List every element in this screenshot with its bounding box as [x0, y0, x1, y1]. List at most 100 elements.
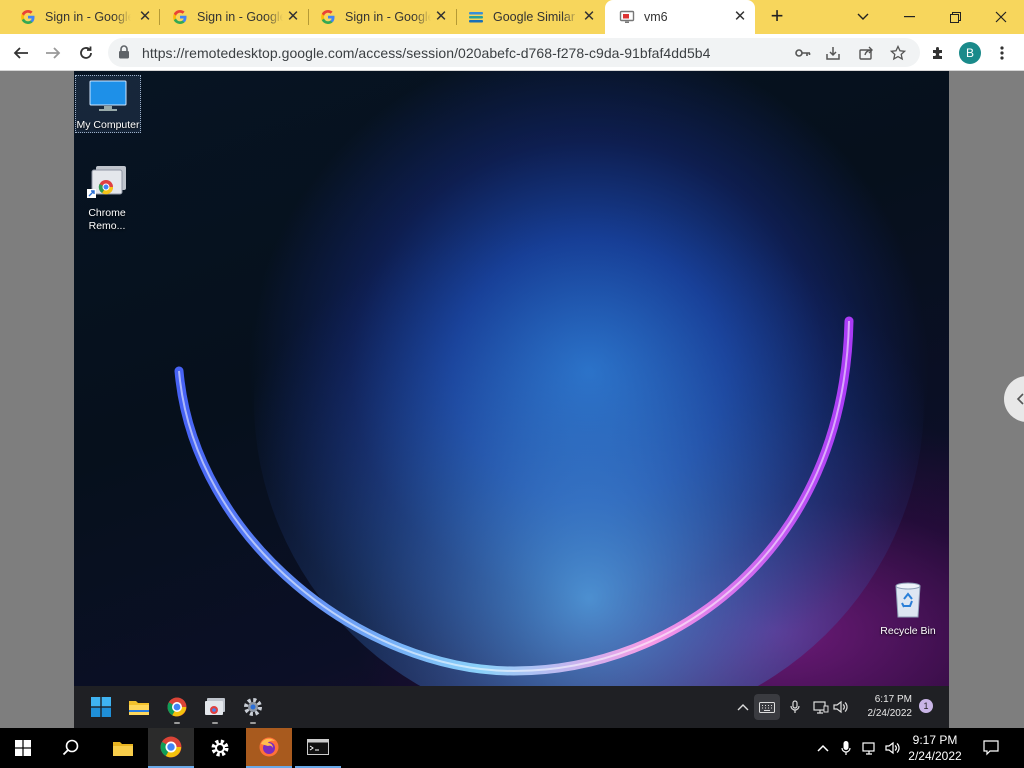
remote-clock-date: 2/24/2022 — [867, 708, 913, 719]
restore-icon — [949, 11, 961, 23]
microphone-icon[interactable] — [787, 699, 803, 715]
google-g-icon — [320, 9, 336, 25]
touch-keyboard-icon[interactable] — [754, 694, 780, 720]
host-hidden-icons-chevron-up-icon[interactable] — [815, 740, 831, 756]
host-clock-date: 2/24/2022 — [908, 749, 962, 763]
host-taskbar: 9:17 PM 2/24/2022 — [0, 728, 1024, 768]
close-tab-icon[interactable]: ✕ — [434, 9, 448, 24]
close-tab-icon[interactable]: ✕ — [733, 9, 747, 24]
file-explorer-icon[interactable] — [127, 695, 151, 719]
tab-sign-in-2[interactable]: Sign in - Google Accounts ✕ — [160, 0, 308, 34]
back-button[interactable] — [8, 40, 34, 66]
running-indicator — [174, 722, 180, 724]
chrome-icon[interactable] — [165, 695, 189, 719]
host-start-button[interactable] — [0, 728, 46, 768]
minimize-icon — [903, 16, 915, 18]
tab-title: Sign in - Google Accounts — [197, 10, 283, 24]
key-icon[interactable] — [794, 44, 812, 62]
desktop-icon-my-computer[interactable]: My Computer — [75, 75, 141, 133]
reload-button[interactable] — [73, 40, 99, 66]
terminal-icon — [307, 739, 329, 755]
reload-icon — [80, 46, 92, 59]
close-tab-icon[interactable]: ✕ — [286, 9, 300, 24]
folder-icon — [113, 742, 133, 756]
running-indicator — [212, 722, 218, 724]
host-search-button[interactable] — [48, 728, 94, 768]
search-icon — [62, 739, 79, 756]
chrome-menu-button[interactable] — [989, 40, 1015, 66]
tab-title: Google Similar Pages — [493, 10, 579, 24]
monitor-icon — [89, 80, 127, 111]
chrome-icon — [160, 736, 182, 758]
tab-similar-pages[interactable]: Google Similar Pages ✕ — [456, 0, 604, 34]
tab-vm6[interactable]: vm6 ✕ — [605, 0, 755, 34]
remote-taskbar: 6:17 PM 2/24/2022 1 — [74, 686, 949, 728]
install-app-icon[interactable] — [824, 44, 842, 62]
host-terminal[interactable] — [295, 728, 341, 768]
windows-logo-icon — [15, 740, 31, 756]
restore-button[interactable] — [932, 0, 978, 34]
show-hidden-icons-chevron-up-icon[interactable] — [735, 699, 751, 715]
host-notifications-icon[interactable] — [983, 740, 999, 756]
close-tab-icon[interactable]: ✕ — [582, 9, 596, 24]
browser-tabstrip: Sign in - Google Accounts ✕ Sign in - Go… — [0, 0, 1024, 34]
host-chrome[interactable] — [148, 728, 194, 768]
desktop-icon-label: Recycle Bin — [880, 625, 936, 637]
remote-clock-time: 6:17 PM — [874, 694, 912, 705]
forward-button[interactable] — [40, 40, 66, 66]
tab-search-button[interactable] — [840, 0, 886, 34]
url-text: https://remotedesktop.google.com/access/… — [142, 45, 711, 61]
close-window-button[interactable] — [978, 0, 1024, 34]
tab-sign-in-1[interactable]: Sign in - Google Accounts ✕ — [0, 0, 160, 34]
host-settings[interactable] — [197, 728, 243, 768]
volume-icon[interactable] — [833, 699, 849, 715]
host-network-icon[interactable] — [862, 740, 878, 756]
arrow-right-icon — [46, 47, 61, 59]
close-tab-icon[interactable]: ✕ — [138, 9, 152, 24]
network-icon[interactable] — [813, 699, 829, 715]
tab-title: vm6 — [644, 10, 668, 24]
host-microphone-icon[interactable] — [838, 740, 854, 756]
host-file-explorer[interactable] — [100, 728, 146, 768]
host-firefox[interactable] — [246, 728, 292, 768]
settings-gear-icon[interactable] — [241, 695, 265, 719]
host-clock[interactable]: 9:17 PM 2/24/2022 — [904, 732, 966, 764]
chevron-down-icon — [857, 13, 869, 20]
remote-clock[interactable]: 6:17 PM 2/24/2022 — [852, 693, 913, 721]
new-tab-button[interactable]: + — [766, 5, 788, 28]
kebab-menu-icon — [1000, 46, 1004, 60]
tab-sign-in-3[interactable]: Sign in - Google Accounts ✕ — [308, 0, 456, 34]
firefox-icon — [259, 737, 279, 757]
gear-icon — [211, 739, 229, 757]
puzzle-icon — [933, 47, 942, 59]
tab-title: Sign in - Google Accounts — [345, 10, 431, 24]
running-indicator — [250, 722, 256, 724]
host-volume-icon[interactable] — [885, 740, 901, 756]
chrome-remote-desktop-taskbar-icon[interactable] — [203, 695, 227, 719]
share-icon[interactable] — [857, 44, 875, 62]
wallpaper-bloom — [174, 71, 924, 728]
arrow-left-icon — [13, 47, 28, 59]
notification-badge[interactable]: 1 — [919, 699, 933, 713]
tab-title: Sign in - Google Accounts — [45, 10, 131, 24]
desktop-icon-chrome-remote[interactable]: Chrome Remo... — [74, 163, 140, 233]
windows-start-icon[interactable] — [89, 695, 113, 719]
host-clock-time: 9:17 PM — [912, 733, 958, 747]
bookmark-star-icon[interactable] — [889, 44, 907, 62]
layers-icon — [468, 9, 484, 25]
profile-avatar[interactable]: B — [959, 42, 981, 64]
address-bar[interactable]: https://remotedesktop.google.com/access/… — [108, 38, 920, 67]
extensions-button[interactable] — [925, 40, 951, 66]
google-g-icon — [172, 9, 188, 25]
desktop-icon-recycle-bin[interactable]: Recycle Bin — [875, 581, 941, 638]
remote-desktop-screen[interactable]: My Computer Chrome Remo... Recycle Bin 6… — [74, 71, 949, 728]
close-icon — [995, 11, 1007, 23]
desktop-icon-label: Chrome Remo... — [88, 207, 126, 232]
chevron-left-icon — [1016, 393, 1024, 405]
chrome-remote-desktop-icon — [87, 166, 126, 198]
minimize-button[interactable] — [886, 0, 932, 34]
google-g-icon — [20, 9, 36, 25]
desktop-icon-label: My Computer — [76, 119, 140, 131]
lock-icon — [118, 45, 130, 64]
remote-desktop-icon — [619, 9, 635, 25]
